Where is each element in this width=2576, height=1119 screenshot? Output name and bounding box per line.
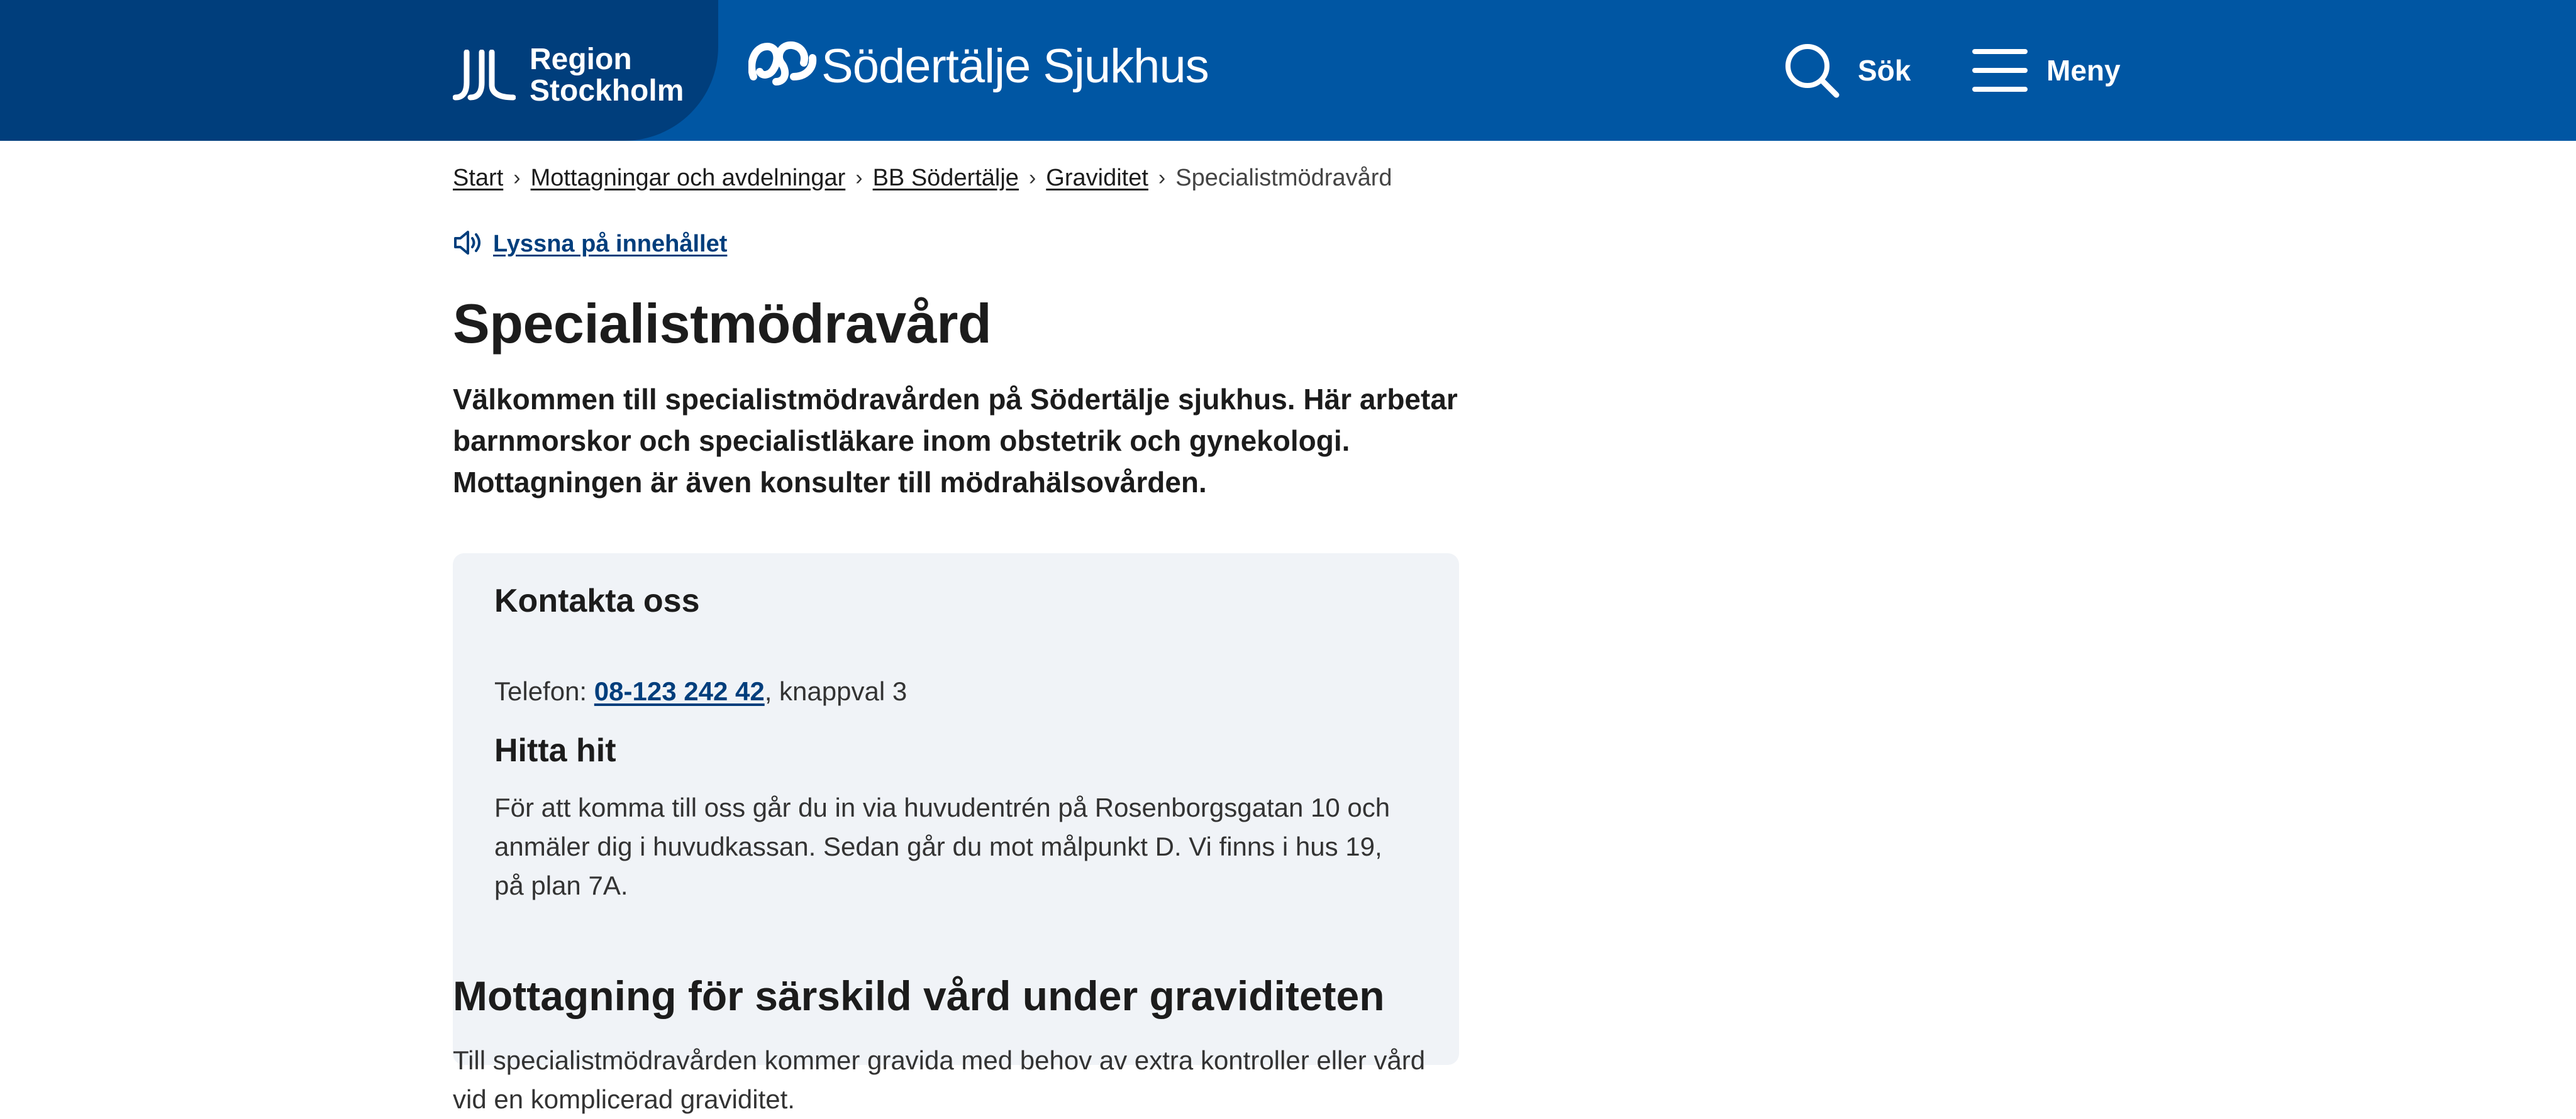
- menu-label: Meny: [2046, 54, 2121, 87]
- directions-title: Hitta hit: [494, 732, 616, 769]
- region-stockholm-logo-icon: [453, 50, 516, 101]
- directions-text: För att komma till oss går du in via huv…: [494, 793, 1391, 900]
- page-title: Specialistmödravård: [453, 292, 992, 355]
- region-stockholm-wordmark: Region Stockholm: [530, 44, 684, 107]
- listen-button[interactable]: Lyssna på innehållet: [453, 229, 727, 260]
- contact-title: Kontakta oss: [494, 583, 700, 619]
- breadcrumb-bb-sodertalje[interactable]: BB Södertälje: [873, 165, 1019, 192]
- hamburger-menu-icon: [1971, 47, 2029, 94]
- search-label: Sök: [1858, 54, 1911, 87]
- phone-link[interactable]: 08-123 242 42: [594, 676, 765, 706]
- breadcrumb: Start › Mottagningar och avdelningar › B…: [453, 165, 1392, 192]
- breadcrumb-start[interactable]: Start: [453, 165, 503, 192]
- search-button[interactable]: Sök: [1784, 41, 1911, 99]
- phone-suffix: , knappval 3: [764, 676, 908, 706]
- chevron-right-icon: ›: [1028, 166, 1036, 190]
- region-logo-line1: Region: [530, 43, 632, 76]
- menu-button[interactable]: Meny: [1971, 41, 2121, 99]
- breadcrumb-graviditet[interactable]: Graviditet: [1046, 165, 1148, 192]
- chevron-right-icon: ›: [513, 166, 521, 190]
- chevron-right-icon: ›: [1158, 166, 1166, 190]
- hospital-name: Södertälje Sjukhus: [821, 39, 1209, 93]
- listen-label: Lyssna på innehållet: [493, 231, 728, 257]
- site-header: Region Stockholm Södertälje Sjukhus Sök: [0, 0, 2576, 141]
- intro-text: Välkommen till specialistmödravården på …: [453, 383, 1458, 499]
- breadcrumb-mottagningar[interactable]: Mottagningar och avdelningar: [531, 165, 846, 192]
- section-title: Mottagning för särskild vård under gravi…: [453, 973, 1385, 1019]
- sodertalje-sjukhus-logo[interactable]: Södertälje Sjukhus: [748, 38, 1209, 94]
- phone-line: Telefon: 08-123 242 42, knappval 3: [494, 676, 907, 707]
- chevron-right-icon: ›: [855, 166, 863, 190]
- speaker-icon: [453, 229, 484, 260]
- breadcrumb-current: Specialistmödravård: [1175, 165, 1392, 191]
- region-logo-line2: Stockholm: [530, 74, 684, 107]
- sodertalje-sjukhus-logo-icon: [748, 38, 818, 94]
- search-icon: [1784, 42, 1840, 99]
- section-text: Till specialistmödravården kommer gravid…: [453, 1045, 1426, 1114]
- region-stockholm-logo[interactable]: Region Stockholm: [453, 44, 684, 107]
- phone-prefix: Telefon:: [494, 676, 594, 706]
